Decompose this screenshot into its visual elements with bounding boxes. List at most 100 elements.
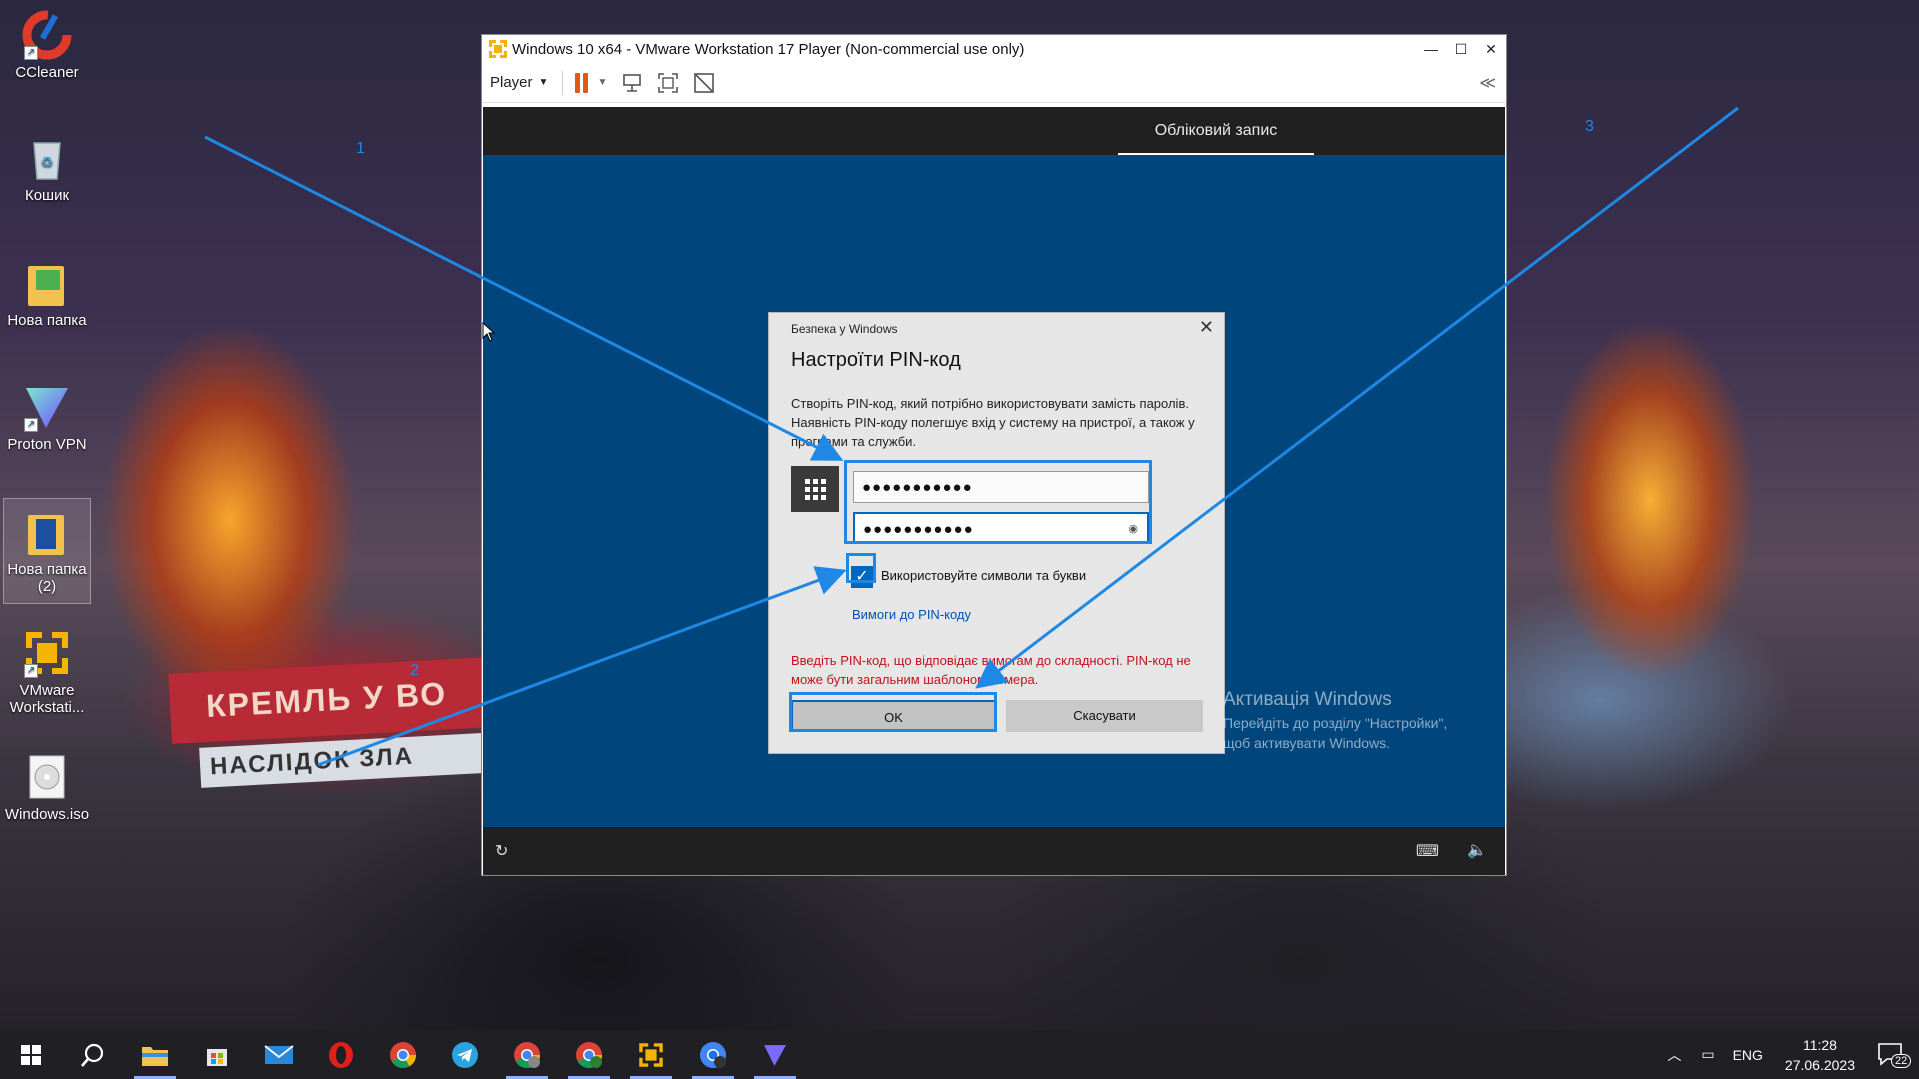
taskbar-mail[interactable] [248, 1030, 310, 1079]
desktop-icon-label: Нова папка [7, 312, 87, 329]
unity-button[interactable] [693, 72, 715, 94]
oobe-header: Обліковий запис [483, 107, 1505, 155]
taskbar-chrome-profile-j[interactable] [558, 1030, 620, 1079]
volume-icon[interactable]: 🔈 [1467, 840, 1487, 860]
vmware-window: Windows 10 x64 - VMware Workstation 17 P… [481, 34, 1507, 876]
notification-count-badge: 22 [1891, 1054, 1912, 1068]
clock[interactable]: 11:28 27.06.2023 [1785, 1035, 1855, 1075]
system-tray: ︿ ▭ ENG 11:28 27.06.2023 22 [1657, 1030, 1919, 1079]
keyboard-icon[interactable]: ⌨ [1416, 841, 1439, 861]
svg-text:♻: ♻ [41, 154, 54, 170]
taskbar-telegram[interactable] [434, 1030, 496, 1079]
network-computer-icon [623, 73, 642, 92]
chrome-icon [700, 1041, 726, 1068]
notifications-button[interactable]: 22 [1869, 1030, 1913, 1079]
dialog-caption: Безпека у Windows [791, 322, 898, 336]
vmware-icon [639, 1042, 663, 1067]
desktop-icon-folder[interactable]: Нова папка [3, 250, 91, 358]
activation-line-1: Перейдіть до розділу "Настройки", [1223, 715, 1448, 731]
taskbar-chrome[interactable] [372, 1030, 434, 1079]
desktop-icon-proton-vpn[interactable]: ↗ Proton VPN [3, 374, 91, 482]
desktop-icon-folder-2[interactable]: Нова папка (2) [3, 498, 91, 604]
minimize-button[interactable]: — [1416, 41, 1446, 57]
wallpaper-banner-red: КРЕМЛЬ У ВО [168, 656, 512, 744]
desktop-icon-label: Нова папка (2) [7, 561, 87, 595]
dialog-title: Настроїти PIN-код [791, 349, 961, 371]
desktop-icon-windows-iso[interactable]: Windows.iso [3, 744, 91, 852]
window-title: Windows 10 x64 - VMware Workstation 17 P… [512, 40, 1025, 58]
proton-vpn-icon: ↗ [22, 382, 72, 432]
activation-line-2: щоб активувати Windows. [1223, 735, 1391, 751]
desktop-icon-vmware[interactable]: ↗ VMware Workstati... [3, 620, 91, 728]
clock-date: 27.06.2023 [1784, 1056, 1855, 1073]
dialog-close-button[interactable]: ✕ [1199, 317, 1214, 338]
error-message: Введіть PIN-код, що відповідає вимогам д… [791, 653, 1191, 687]
telegram-icon [452, 1041, 478, 1068]
folder-icon [22, 258, 72, 308]
tab-account[interactable]: Обліковий запис [1118, 107, 1314, 155]
desktop-icon-recycle-bin[interactable]: ♻ Кошик [3, 125, 91, 233]
player-menu-button[interactable]: Player ▼ [490, 74, 548, 91]
vmware-app-icon [489, 40, 507, 58]
annotation-label-2: 2 [410, 662, 419, 679]
pause-button[interactable]: ▼ [575, 72, 608, 93]
pin-requirements-link[interactable]: Вимоги до PIN-коду [852, 607, 971, 622]
windows-logo-icon [21, 1044, 41, 1065]
maximize-button[interactable]: ☐ [1446, 41, 1476, 58]
dialog-description: Створіть PIN-код, який потрібно використ… [791, 396, 1195, 449]
taskbar: ︿ ▭ ENG 11:28 27.06.2023 22 [0, 1030, 1919, 1079]
taskbar-proton-vpn[interactable] [744, 1030, 806, 1079]
fullscreen-button[interactable] [657, 72, 679, 94]
battery-icon[interactable]: ▭ [1701, 1046, 1714, 1063]
desktop-icon-label: Proton VPN [7, 436, 87, 453]
annotation-box-checkbox [846, 553, 876, 583]
desktop-icon-label: Windows.iso [4, 806, 90, 823]
store-icon [207, 1048, 227, 1066]
toolbar-separator [562, 70, 564, 95]
search-icon [81, 1043, 104, 1067]
folder-icon [22, 507, 72, 557]
unity-icon [694, 72, 715, 93]
oobe-footer: ↻ ⌨ 🔈 [483, 827, 1505, 875]
wallpaper-banner-white: НАСЛІДОК ЗЛА [199, 732, 501, 788]
close-button[interactable]: ✕ [1476, 41, 1506, 58]
chevron-up-icon[interactable]: ︿ [1667, 1045, 1681, 1065]
vmware-icon: ↗ [22, 628, 72, 678]
taskbar-file-explorer[interactable] [124, 1030, 186, 1079]
fullscreen-icon [658, 72, 679, 93]
taskbar-chrome-profile-2[interactable] [682, 1030, 744, 1079]
proton-vpn-icon [764, 1044, 786, 1066]
taskbar-vmware[interactable] [620, 1030, 682, 1079]
collapse-toolbar-icon[interactable]: ≪ [1479, 73, 1496, 93]
chevron-down-icon: ▼ [597, 77, 608, 88]
chrome-icon [390, 1041, 417, 1068]
search-button[interactable] [62, 1030, 124, 1079]
chevron-down-icon: ▼ [538, 77, 549, 88]
start-button[interactable] [0, 1030, 62, 1079]
file-explorer-icon [142, 1046, 168, 1066]
taskbar-store[interactable] [186, 1030, 248, 1079]
annotation-label-1: 1 [356, 140, 365, 157]
taskbar-chrome-profile-c[interactable] [496, 1030, 558, 1079]
annotation-box-ok [789, 692, 997, 732]
activation-title: Активація Windows [1223, 689, 1392, 710]
annotation-box-pin-fields [844, 460, 1152, 544]
recycle-bin-icon: ♻ [22, 133, 72, 183]
ease-of-access-icon[interactable]: ↻ [495, 841, 508, 861]
use-letters-label[interactable]: Використовуйте символи та букви [881, 568, 1086, 583]
cancel-button[interactable]: Скасувати [1006, 700, 1203, 732]
shortcut-arrow-icon: ↗ [24, 664, 38, 678]
opera-icon [329, 1041, 353, 1068]
vmware-titlebar[interactable]: Windows 10 x64 - VMware Workstation 17 P… [482, 35, 1506, 63]
send-ctrl-alt-del-button[interactable] [621, 72, 643, 94]
mail-icon [264, 1044, 294, 1064]
mouse-cursor-icon [482, 322, 496, 342]
desktop-icon-label: VMware Workstati... [9, 682, 85, 716]
shortcut-arrow-icon: ↗ [24, 418, 38, 432]
desktop-icon-label: CCleaner [15, 64, 79, 81]
pause-icon [575, 72, 581, 93]
taskbar-opera[interactable] [310, 1030, 372, 1079]
vmware-toolbar: Player ▼ ▼ ≪ [482, 63, 1506, 103]
language-indicator[interactable]: ENG [1733, 1047, 1763, 1063]
desktop-icon-ccleaner[interactable]: ↗ CCleaner [3, 2, 91, 110]
